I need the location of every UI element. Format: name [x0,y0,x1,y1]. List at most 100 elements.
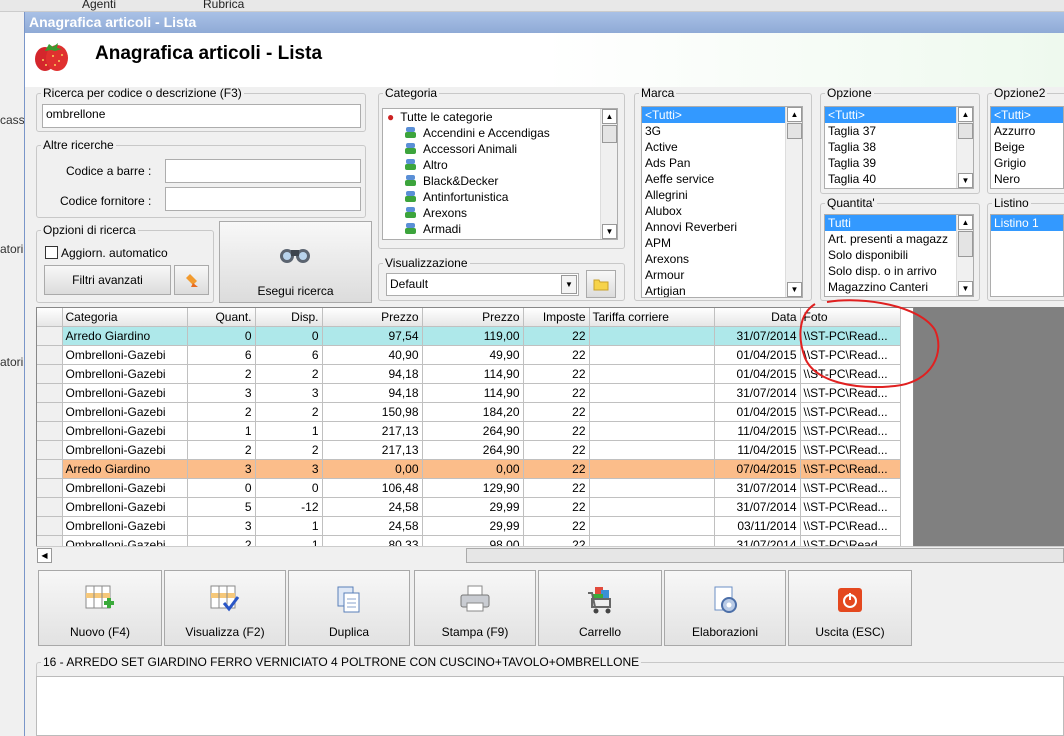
advanced-filters-button[interactable]: Filtri avanzati [44,265,171,295]
brand-item[interactable]: <Tutti> [642,107,802,123]
row-selector[interactable] [37,440,63,460]
row-selector[interactable] [37,459,63,479]
table-row[interactable]: Ombrelloni-Gazebi 5 -12 24,58 29,99 22 31/07/2… [37,497,901,517]
row-selector[interactable] [37,516,63,536]
column-header-available[interactable]: Disp. [255,308,323,327]
supplier-code-input[interactable] [165,187,361,211]
search-input[interactable]: ombrellone [42,104,361,128]
row-selector[interactable] [37,402,63,422]
option2-item[interactable]: Grigio [991,155,1063,171]
scroll-up-icon[interactable]: ▲ [787,107,802,122]
category-item-all[interactable]: ● Tutte le categorie [383,109,617,125]
column-header-price[interactable]: Prezzo [322,308,423,327]
option2-list[interactable]: <Tutti> Azzurro Beige Grigio Nero [990,106,1064,189]
barcode-input[interactable] [165,159,361,183]
print-button[interactable]: Stampa (F9) [414,570,536,646]
table-row[interactable]: Ombrelloni-Gazebi 2 2 94,18 114,90 22 01/04/20… [37,364,901,384]
brand-item[interactable]: Ads Pan [642,155,802,171]
brand-item[interactable]: Allegrini [642,187,802,203]
duplicate-button[interactable]: Duplica [288,570,410,646]
scroll-up-icon[interactable]: ▲ [958,107,973,122]
execute-search-button[interactable]: Esegui ricerca [219,221,372,303]
new-button[interactable]: Nuovo (F4) [38,570,162,646]
chevron-down-icon[interactable]: ▼ [561,275,577,294]
option-scrollbar[interactable]: ▲ ▼ [956,107,973,188]
row-selector-header[interactable] [37,308,63,327]
table-row[interactable]: Ombrelloni-Gazebi 2 2 150,98 184,20 22 01/04/2… [37,402,901,422]
quantity-item[interactable]: Solo disp. o in arrivo [825,263,973,279]
category-item[interactable]: Antinfortunistica [383,189,617,205]
auto-update-checkbox[interactable] [45,246,58,259]
brand-list[interactable]: <Tutti> 3G Active Ads Pan Aeffe service … [641,106,803,298]
quantity-item[interactable]: Tutti [825,215,973,231]
scroll-thumb[interactable] [602,125,617,143]
row-selector[interactable] [37,383,63,403]
row-selector[interactable] [37,326,63,346]
scroll-down-icon[interactable]: ▼ [602,224,617,239]
column-header-category[interactable]: Categoria [62,308,188,327]
price-list-list[interactable]: Listino 1 [990,214,1064,297]
quantity-list[interactable]: Tutti Art. presenti a magazz Solo dispon… [824,214,974,297]
scroll-down-icon[interactable]: ▼ [787,282,802,297]
background-tab-agenti[interactable]: Agenti [82,0,116,11]
column-header-price-gross[interactable]: Prezzo [422,308,524,327]
category-item[interactable]: Black&Decker [383,173,617,189]
table-row[interactable]: Arredo Giardino 0 0 97,54 119,00 22 31/07/2014… [37,326,901,346]
clear-filters-button[interactable] [174,265,209,295]
option-item[interactable]: <Tutti> [825,107,973,123]
brand-item[interactable]: APM [642,235,802,251]
view-select[interactable]: Default ▼ [386,273,579,296]
column-header-shipping-rate[interactable]: Tariffa corriere [589,308,715,327]
processing-button[interactable]: Elaborazioni [664,570,786,646]
scroll-down-icon[interactable]: ▼ [958,281,973,296]
category-scrollbar[interactable]: ▲ ▼ [600,109,617,239]
exit-button[interactable]: Uscita (ESC) [788,570,912,646]
option-item[interactable]: Taglia 39 [825,155,973,171]
column-header-quantity[interactable]: Quant. [187,308,256,327]
row-selector[interactable] [37,364,63,384]
description-textarea[interactable] [36,676,1064,736]
scroll-thumb[interactable] [958,123,973,139]
category-item[interactable]: Altro [383,157,617,173]
category-tree[interactable]: ● Tutte le categorie Accendini e Accendig… [382,108,618,240]
category-item[interactable]: Arexons [383,205,617,221]
brand-item[interactable]: Active [642,139,802,155]
brand-item[interactable]: 3G [642,123,802,139]
option-item[interactable]: Taglia 40 [825,171,973,187]
grid-horizontal-scrollbar[interactable]: ◀ [36,546,1064,563]
window-titlebar[interactable]: Anagrafica articoli - Lista [25,12,1064,33]
option2-item[interactable]: <Tutti> [991,107,1063,123]
scroll-thumb[interactable] [787,123,802,139]
option-item[interactable]: Taglia 37 [825,123,973,139]
option2-item[interactable]: Azzurro [991,123,1063,139]
view-folder-button[interactable] [586,270,616,298]
price-list-item[interactable]: Listino 1 [991,215,1063,231]
category-item[interactable]: Accessori Animali [383,141,617,157]
table-row[interactable]: Ombrelloni-Gazebi 1 1 217,13 264,90 22 11/04/2… [37,421,901,441]
table-row[interactable]: Ombrelloni-Gazebi 3 1 24,58 29,99 22 03/11/201… [37,516,901,536]
table-row[interactable]: Ombrelloni-Gazebi 0 0 106,48 129,90 22 31/07/2… [37,478,901,498]
scroll-down-icon[interactable]: ▼ [958,173,973,188]
brand-scrollbar[interactable]: ▲ ▼ [785,107,802,297]
articles-grid[interactable]: Categoria Quant. Disp. Prezzo Prezzo Imp… [36,307,914,547]
row-selector[interactable] [37,421,63,441]
table-row[interactable]: Arredo Giardino 3 3 0,00 0,00 22 07/04/2015 \\S… [37,459,901,479]
cart-button[interactable]: Carrello [538,570,662,646]
view-button[interactable]: Visualizza (F2) [164,570,286,646]
column-header-tax[interactable]: Imposte [523,308,590,327]
table-row[interactable]: Ombrelloni-Gazebi 3 3 94,18 114,90 22 31/07/20… [37,383,901,403]
scroll-thumb[interactable] [466,548,1064,563]
brand-item[interactable]: Aeffe service [642,171,802,187]
quantity-item[interactable]: Solo disponibili [825,247,973,263]
scroll-up-icon[interactable]: ▲ [958,215,973,230]
row-selector[interactable] [37,497,63,517]
category-item[interactable]: Accendini e Accendigas [383,125,617,141]
brand-item[interactable]: Alubox [642,203,802,219]
category-item[interactable]: Armadi [383,221,617,237]
scroll-up-icon[interactable]: ▲ [602,109,617,124]
table-row[interactable]: Ombrelloni-Gazebi 2 2 217,13 264,90 22 11/04/2… [37,440,901,460]
row-selector[interactable] [37,478,63,498]
table-row[interactable]: Ombrelloni-Gazebi 6 6 40,90 49,90 22 01/04/201… [37,345,901,365]
brand-item[interactable]: Arexons [642,251,802,267]
brand-item[interactable]: Artigian [642,283,802,297]
